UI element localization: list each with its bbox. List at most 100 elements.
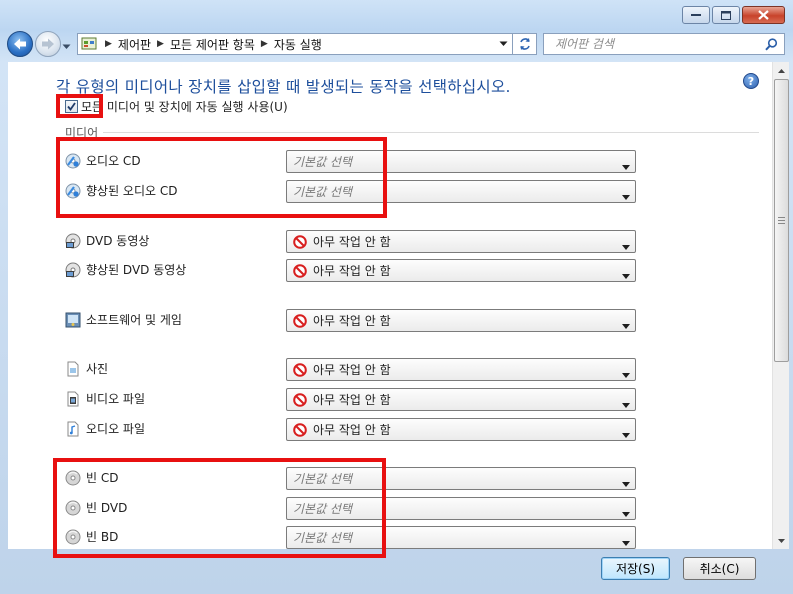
autoplay-action-dropdown[interactable]: 아무 작업 안 함: [286, 388, 636, 411]
back-button[interactable]: [7, 31, 33, 57]
chevron-down-icon: [622, 397, 630, 411]
media-type-text: 향상된 오디오 CD: [86, 184, 178, 198]
media-type-text: 소프트웨어 및 게임: [86, 313, 182, 327]
autoplay-action-dropdown[interactable]: 기본값 선택: [286, 150, 636, 173]
chevron-down-icon: [62, 44, 71, 49]
scroll-up-icon: [778, 68, 785, 73]
minimize-button[interactable]: [682, 6, 710, 24]
chevron-down-icon: [622, 189, 630, 203]
no-action-icon: [293, 234, 307, 249]
audio-cd-icon: [65, 153, 81, 169]
scroll-down-icon: [778, 538, 785, 543]
forward-button[interactable]: [35, 31, 61, 57]
search-icon[interactable]: [765, 38, 778, 51]
media-type-label: 오디오 파일: [65, 420, 145, 437]
maximize-button[interactable]: [712, 6, 740, 24]
dropdown-selected-value: 아무 작업 안 함: [313, 235, 391, 249]
chevron-down-icon: [622, 367, 630, 381]
dropdown-selected-value: 기본값 선택: [293, 502, 353, 516]
breadcrumb-all-items[interactable]: 모든 제어판 항목: [170, 36, 255, 53]
breadcrumb-autoplay[interactable]: 자동 실행: [274, 36, 322, 53]
media-type-label: 비디오 파일: [65, 390, 145, 407]
autoplay-all-checkbox[interactable]: 모든 미디어 및 장치에 자동 실행 사용(U): [65, 98, 288, 115]
checkbox-box[interactable]: [65, 100, 78, 113]
scroll-down-button[interactable]: [773, 532, 790, 549]
autoplay-action-dropdown[interactable]: 기본값 선택: [286, 497, 636, 520]
autoplay-action-dropdown[interactable]: 아무 작업 안 함: [286, 418, 636, 441]
chevron-down-icon: [622, 318, 630, 332]
software-games-icon: [65, 312, 81, 328]
no-action-icon: [293, 392, 307, 407]
autoplay-action-dropdown[interactable]: 아무 작업 안 함: [286, 230, 636, 253]
chevron-down-icon: [622, 476, 630, 490]
media-type-label: 소프트웨어 및 게임: [65, 311, 182, 328]
media-type-label: DVD 동영상: [65, 232, 149, 249]
blank-disc-icon: [65, 529, 81, 545]
dropdown-selected-value: 아무 작업 안 함: [313, 393, 391, 407]
media-type-label: 향상된 DVD 동영상: [65, 261, 186, 278]
media-type-label: 빈 DVD: [65, 499, 127, 516]
vertical-scrollbar[interactable]: [772, 62, 789, 549]
scroll-grip-icon: [778, 217, 785, 224]
dvd-movie-icon: [65, 262, 81, 278]
save-button[interactable]: 저장(S): [601, 557, 670, 580]
chevron-down-icon: [622, 506, 630, 520]
media-type-label: 향상된 오디오 CD: [65, 182, 178, 199]
blank-disc-icon: [65, 500, 81, 516]
media-type-label: 빈 BD: [65, 528, 118, 545]
recent-pages-button[interactable]: [62, 39, 71, 53]
chevron-down-icon: [622, 427, 630, 441]
no-action-icon: [293, 422, 307, 437]
address-bar[interactable]: ▶ 제어판 ▶ 모든 제어판 항목 ▶ 자동 실행: [77, 33, 513, 55]
cancel-button[interactable]: 취소(C): [683, 557, 756, 580]
media-type-label: 빈 CD: [65, 469, 118, 486]
media-type-text: DVD 동영상: [86, 234, 150, 248]
search-box: [543, 33, 785, 55]
dropdown-selected-value: 아무 작업 안 함: [313, 264, 391, 278]
refresh-button[interactable]: [513, 33, 537, 55]
scroll-thumb[interactable]: [774, 79, 789, 362]
chevron-down-icon: [622, 535, 630, 549]
media-type-label: 사진: [65, 360, 108, 377]
breadcrumb-control-panel[interactable]: 제어판: [118, 36, 151, 53]
scroll-up-button[interactable]: [773, 62, 790, 79]
media-type-text: 비디오 파일: [86, 392, 146, 406]
section-divider: [103, 132, 759, 133]
minimize-icon: [691, 14, 701, 16]
section-label-media: 미디어: [65, 126, 99, 140]
no-action-icon: [293, 313, 307, 328]
no-action-icon: [293, 362, 307, 377]
autoplay-action-dropdown[interactable]: 기본값 선택: [286, 526, 636, 549]
media-type-text: 빈 DVD: [86, 501, 128, 515]
help-icon[interactable]: ?: [743, 73, 759, 89]
back-arrow-icon: [14, 38, 26, 50]
caption-buttons: [682, 6, 785, 24]
breadcrumb-separator-icon: ▶: [260, 39, 268, 49]
close-button[interactable]: [742, 6, 785, 24]
media-type-text: 오디오 CD: [86, 154, 141, 168]
media-type-text: 빈 CD: [86, 471, 119, 485]
search-input[interactable]: [544, 34, 754, 54]
breadcrumb-separator-icon: ▶: [105, 39, 112, 49]
autoplay-action-dropdown[interactable]: 아무 작업 안 함: [286, 309, 636, 332]
media-type-text: 빈 BD: [86, 530, 119, 544]
audio-cd-icon: [65, 183, 81, 199]
autoplay-action-dropdown[interactable]: 기본값 선택: [286, 467, 636, 490]
media-type-text: 향상된 DVD 동영상: [86, 263, 187, 277]
checkmark-icon: [67, 102, 76, 111]
video-file-icon: [65, 391, 81, 407]
breadcrumb-separator-icon: ▶: [157, 39, 164, 49]
address-dropdown-icon[interactable]: [499, 41, 508, 47]
page-title: 각 유형의 미디어나 장치를 삽입할 때 발생되는 동작을 선택하십시오.: [56, 78, 511, 96]
blank-disc-icon: [65, 470, 81, 486]
autoplay-action-dropdown[interactable]: 아무 작업 안 함: [286, 358, 636, 381]
autoplay-action-dropdown[interactable]: 기본값 선택: [286, 180, 636, 203]
checkbox-label: 모든 미디어 및 장치에 자동 실행 사용(U): [81, 100, 288, 114]
autoplay-action-dropdown[interactable]: 아무 작업 안 함: [286, 259, 636, 282]
chevron-down-icon: [622, 159, 630, 173]
chevron-down-icon: [622, 239, 630, 253]
dropdown-selected-value: 기본값 선택: [293, 531, 353, 545]
control-panel-icon: [81, 37, 97, 50]
media-type-label: 오디오 CD: [65, 152, 141, 169]
close-icon: [758, 10, 769, 20]
